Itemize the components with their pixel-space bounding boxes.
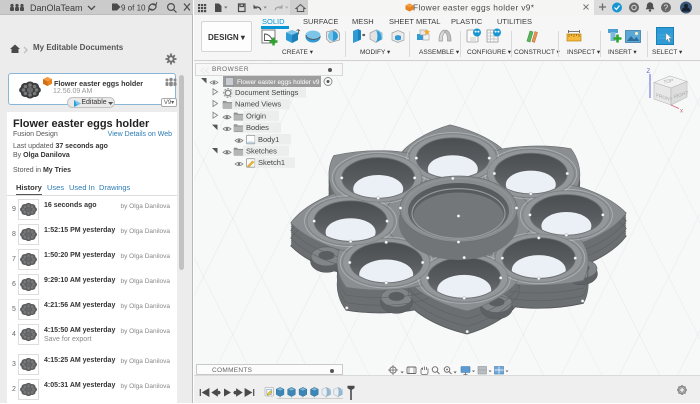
svg-text:Flower easter eggs holder v9: Flower easter eggs holder v9 bbox=[237, 79, 320, 86]
svg-text:Sketches: Sketches bbox=[246, 147, 277, 156]
svg-text:Sketch1: Sketch1 bbox=[258, 158, 285, 167]
svg-text:?: ? bbox=[664, 4, 669, 13]
svg-text:Origin: Origin bbox=[246, 111, 266, 120]
svg-text:x: x bbox=[680, 109, 683, 115]
svg-text:Bodies: Bodies bbox=[246, 123, 269, 132]
svg-text:Document Settings: Document Settings bbox=[235, 88, 299, 97]
svg-text:9 of 10: 9 of 10 bbox=[121, 4, 146, 13]
svg-text:Named Views: Named Views bbox=[235, 100, 281, 109]
svg-text:Z: Z bbox=[647, 69, 651, 75]
svg-text:Flower easter eggs holder v9*: Flower easter eggs holder v9* bbox=[413, 3, 535, 13]
svg-text:Body1: Body1 bbox=[258, 135, 279, 144]
